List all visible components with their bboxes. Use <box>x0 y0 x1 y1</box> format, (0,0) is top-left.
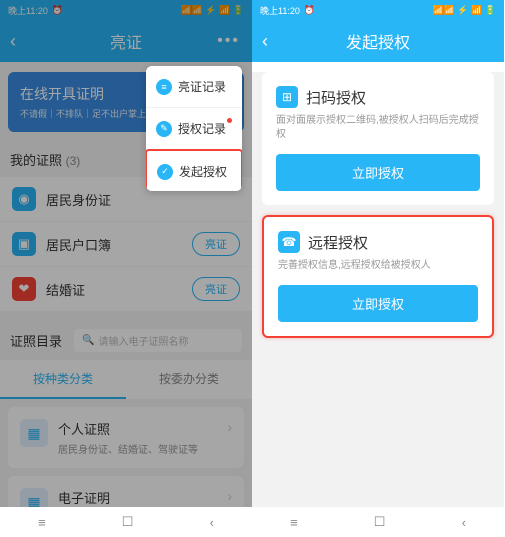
nav-button[interactable]: ≡ <box>290 515 298 530</box>
nav-button[interactable]: ☐ <box>374 514 386 530</box>
nav-button[interactable]: ‹ <box>210 515 214 530</box>
auth-desc: 完善授权信息,远程授权给被授权人 <box>278 259 478 273</box>
menu-label: 发起授权 <box>179 163 227 180</box>
authorize-button[interactable]: 立即授权 <box>276 154 480 191</box>
alarm-icon: ⏰ <box>304 5 315 16</box>
auth-card: ☎ 远程授权 完善授权信息,远程授权给被授权人 立即授权 <box>262 215 494 338</box>
nav-bar: ≡ ☐ ‹ <box>0 507 252 537</box>
header: ‹ 发起授权 <box>252 20 504 62</box>
nav-button[interactable]: ‹ <box>462 515 466 530</box>
menu-icon: ✓ <box>157 164 173 180</box>
menu-label: 亮证记录 <box>178 78 226 95</box>
auth-icon: ⊞ <box>276 86 298 108</box>
dropdown-menu: ≡ 亮证记录 ✎ 授权记录 ✓ 发起授权 <box>146 66 242 191</box>
menu-icon: ≡ <box>156 79 172 95</box>
status-icons: 📶📶 ⚡ 📶 🔋 <box>432 5 496 16</box>
nav-button[interactable]: ☐ <box>122 514 134 530</box>
status-time: 晚上11:20 <box>260 4 300 17</box>
nav-button[interactable]: ≡ <box>38 515 46 530</box>
menu-item[interactable]: ✓ 发起授权 <box>146 149 242 191</box>
nav-bar: ≡ ☐ ‹ <box>252 507 504 537</box>
menu-icon: ✎ <box>156 121 172 137</box>
status-bar: 晚上11:20 ⏰ 📶📶 ⚡ 📶 🔋 <box>252 0 504 20</box>
back-icon[interactable]: ‹ <box>262 31 268 52</box>
authorize-button[interactable]: 立即授权 <box>278 285 478 322</box>
page-title: 发起授权 <box>346 29 410 53</box>
auth-title: 扫码授权 <box>306 87 366 108</box>
auth-title: 远程授权 <box>308 232 368 253</box>
menu-item[interactable]: ✎ 授权记录 <box>146 108 242 150</box>
auth-card: ⊞ 扫码授权 面对面展示授权二维码,被授权人扫码后完成授权 立即授权 <box>262 72 494 205</box>
menu-item[interactable]: ≡ 亮证记录 <box>146 66 242 108</box>
notification-dot <box>227 118 232 123</box>
auth-icon: ☎ <box>278 231 300 253</box>
auth-desc: 面对面展示授权二维码,被授权人扫码后完成授权 <box>276 114 480 142</box>
menu-label: 授权记录 <box>178 120 226 137</box>
